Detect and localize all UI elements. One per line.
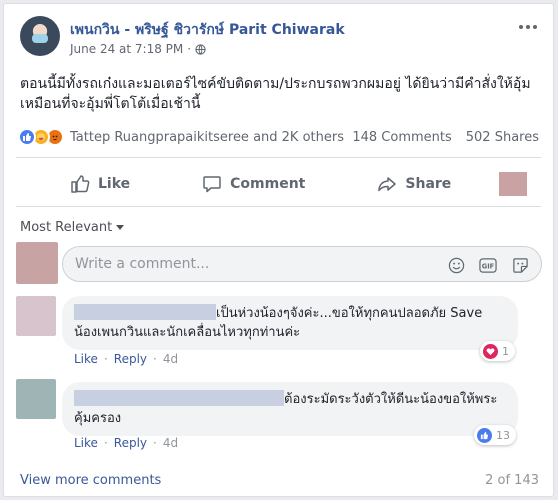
comment-like-link[interactable]: Like	[74, 436, 98, 450]
comment-like-link[interactable]: Like	[74, 352, 98, 366]
like-label: Like	[98, 176, 131, 192]
emoji-icon[interactable]	[447, 256, 465, 274]
composer-tools: GIF	[447, 256, 529, 274]
comment-text: คุ้มครอง	[74, 411, 122, 426]
comment-text: เป็นห่วงน้องๆจังค่ะ...ขอให้ทุกคนปลอดภัย …	[216, 306, 483, 321]
svg-text:GIF: GIF	[482, 262, 494, 270]
dot-separator: ·	[103, 352, 108, 366]
dot-separator: ·	[103, 436, 108, 450]
meta-separator: ·	[187, 42, 192, 56]
comment-reaction-badge[interactable]: 13	[474, 425, 516, 445]
avatar[interactable]	[16, 296, 56, 336]
author-name[interactable]: เพนกวิน - พริษฐ์ ชิวารักษ์ Parit Chiwara…	[70, 19, 345, 41]
comment-composer[interactable]: GIF	[62, 246, 542, 282]
comment-bubble: เป็นห่วงน้องๆจังค่ะ...ขอให้ทุกคนปลอดภัย …	[62, 296, 518, 350]
like-icon	[18, 128, 36, 146]
share-label: Share	[405, 176, 452, 192]
redacted-author-name[interactable]	[74, 390, 284, 406]
redacted-author-name[interactable]	[74, 304, 216, 320]
love-icon	[483, 343, 498, 359]
dot-separator: ·	[153, 436, 157, 450]
comment-sort-label: Most Relevant	[20, 220, 113, 235]
share-icon	[378, 177, 397, 192]
comment-bubble: ต้องระมัดระวังตัวให้ดีนะน้องขอให้พระ คุ้…	[62, 382, 518, 436]
comment-age[interactable]: 4d	[163, 436, 178, 450]
post-card: เพนกวิน - พริษฐ์ ชิวารักษ์ Parit Chiwara…	[3, 3, 554, 497]
comment-actions: Like · Reply · 4d	[74, 436, 178, 450]
gif-icon[interactable]: GIF	[479, 256, 497, 274]
comment-reply-link[interactable]: Reply	[114, 436, 147, 450]
comment-text: ต้องระมัดระวังตัวให้ดีนะน้องขอให้พระ	[284, 392, 498, 407]
view-more-comments-link[interactable]: View more comments	[20, 473, 161, 488]
action-bar: Like Comment Share	[16, 166, 541, 202]
engagement-counts: 148 Comments 502 Shares	[352, 130, 539, 145]
comment-actions: Like · Reply · 4d	[74, 352, 178, 366]
comment-icon	[203, 176, 221, 193]
reaction-count: 13	[496, 428, 510, 442]
shares-count[interactable]: 502 Shares	[466, 130, 539, 145]
comment-sort-dropdown[interactable]: Most Relevant	[20, 220, 125, 235]
share-as-avatar[interactable]	[499, 172, 527, 196]
comment-text: น้องเพนกวินและนักเคลื่อนไหวทุกท่านค่ะ	[74, 325, 301, 340]
comment-reaction-badge[interactable]: 1	[480, 341, 515, 361]
post-text: ตอนนี้มีทั้งรถเก๋งและมอเตอร์ไซค์ขับติดตา…	[20, 76, 531, 112]
comment-reply-link[interactable]: Reply	[114, 352, 147, 366]
divider	[16, 157, 541, 158]
post-timestamp[interactable]: June 24 at 7:18 PM	[70, 42, 183, 56]
sticker-icon[interactable]	[511, 256, 529, 274]
avatar[interactable]	[16, 242, 58, 284]
dot-separator: ·	[153, 352, 157, 366]
comment-button[interactable]: Comment	[192, 166, 315, 202]
like-icon	[477, 427, 492, 443]
thumbs-up-icon	[71, 175, 90, 193]
comment-label: Comment	[230, 176, 306, 192]
avatar[interactable]	[16, 379, 56, 419]
like-button[interactable]: Like	[60, 166, 140, 202]
chevron-down-icon	[116, 225, 125, 230]
post-meta: June 24 at 7:18 PM ·	[70, 42, 206, 56]
divider	[16, 206, 541, 207]
globe-icon	[195, 43, 206, 55]
share-button[interactable]: Share	[367, 166, 461, 202]
more-options-icon[interactable]	[519, 22, 541, 32]
reaction-count: 1	[502, 344, 509, 358]
comments-count[interactable]: 148 Comments	[352, 130, 451, 145]
reactors-text[interactable]: Tattep Ruangprapaikitseree and 2K others	[70, 130, 344, 145]
author-avatar[interactable]	[20, 16, 60, 56]
comment-input[interactable]	[75, 256, 435, 272]
reactions-summary[interactable]: Tattep Ruangprapaikitseree and 2K others	[18, 128, 344, 146]
comment-pagination: 2 of 143	[485, 473, 539, 488]
comment-age[interactable]: 4d	[163, 352, 178, 366]
